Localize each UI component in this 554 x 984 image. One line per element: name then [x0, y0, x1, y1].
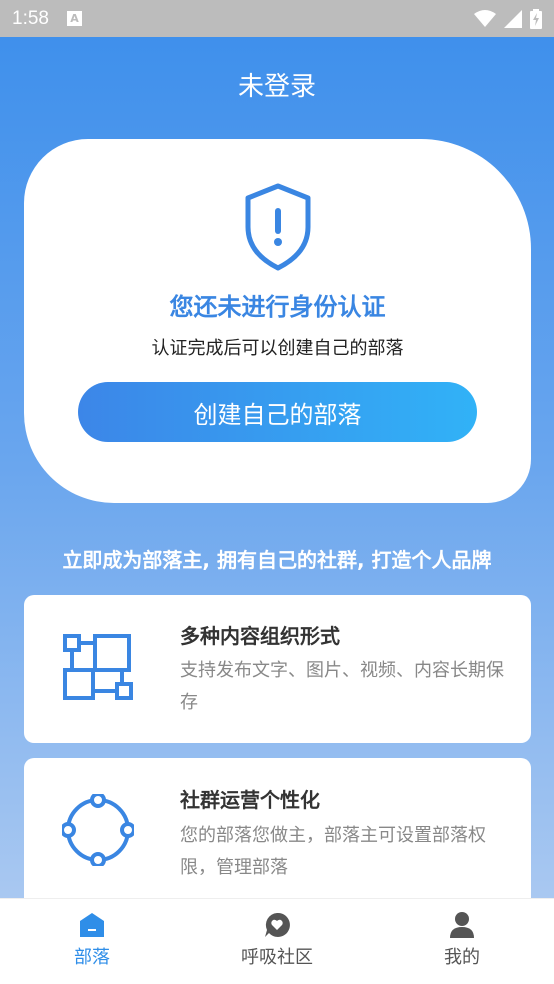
wifi-icon	[474, 9, 496, 27]
circle-nodes-icon	[62, 794, 134, 866]
create-tribe-button[interactable]: 创建自己的部落	[78, 382, 477, 442]
auth-title: 您还未进行身份认证	[169, 293, 386, 321]
feature-desc: 您的部落您做主，部落主可设置部落权限，管理部落	[180, 825, 486, 878]
battery-charging-icon	[530, 8, 542, 29]
feature-title: 社群运营个性化	[180, 788, 320, 812]
signal-icon	[504, 9, 522, 28]
tab-label: 呼吸社区	[241, 947, 313, 968]
auth-card: 您还未进行身份认证 认证完成后可以创建自己的部落 创建自己的部落	[24, 139, 531, 503]
bottom-tab-bar: 部落 呼吸社区 我的	[0, 898, 554, 984]
feature-desc: 支持发布文字、图片、视频、内容长期保存	[180, 660, 504, 713]
status-bar: 1:58 A	[0, 0, 554, 37]
chat-heart-icon	[265, 912, 290, 937]
tab-label: 部落	[74, 947, 110, 968]
status-time: 1:58	[12, 7, 49, 29]
auth-subtitle: 认证完成后可以创建自己的部落	[151, 338, 404, 359]
feature-card: 社群运营个性化 您的部落您做主，部落主可设置部落权限，管理部落	[24, 758, 531, 898]
page-title: 未登录	[237, 72, 316, 102]
feature-card: 多种内容组织形式 支持发布文字、图片、视频、内容长期保存	[24, 595, 531, 743]
slogan: 立即成为部落主, 拥有自己的社群, 打造个人品牌	[62, 548, 492, 572]
user-icon	[450, 912, 474, 938]
status-icons	[474, 8, 542, 29]
home-icon	[80, 913, 104, 937]
main-content: 未登录 您还未进行身份认证 认证完成后可以创建自己的部落 创建自己的部落 立即成…	[0, 37, 554, 898]
tab-community[interactable]: 呼吸社区	[207, 911, 347, 969]
tab-mine[interactable]: 我的	[392, 911, 532, 969]
notification-badge: A	[66, 11, 82, 26]
tab-tribe[interactable]: 部落	[22, 911, 162, 969]
shield-alert-icon	[245, 183, 311, 271]
layout-blocks-icon	[63, 634, 133, 700]
tab-label: 我的	[444, 947, 480, 968]
feature-title: 多种内容组织形式	[180, 624, 340, 648]
